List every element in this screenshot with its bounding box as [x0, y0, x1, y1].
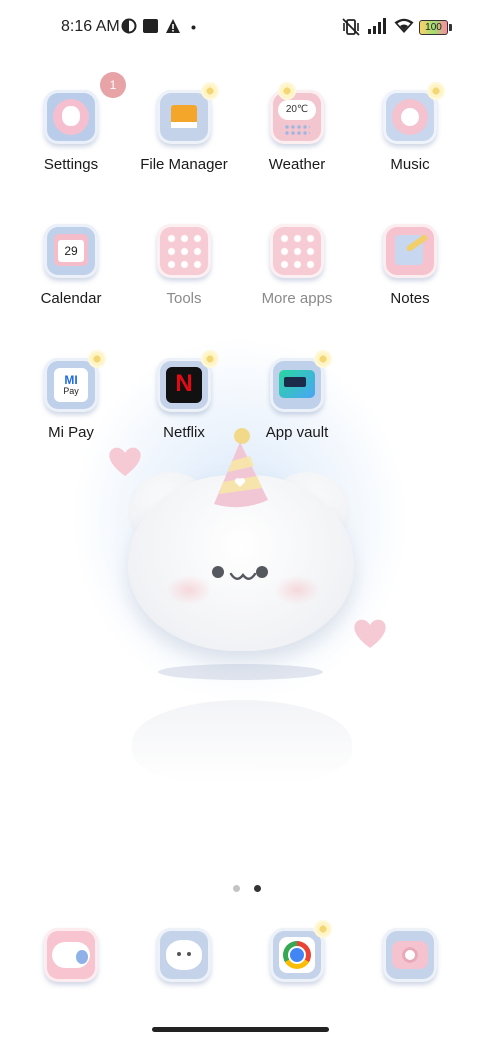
app-calendar[interactable]: 29 Calendar: [15, 224, 127, 307]
app-label: Weather: [268, 156, 326, 173]
app-notes[interactable]: Notes: [354, 224, 466, 307]
notes-icon: [383, 224, 437, 278]
folder-tools[interactable]: Tools: [128, 224, 240, 307]
camera-icon: [383, 928, 437, 982]
mi-pay-logo-bottom: Pay: [63, 386, 79, 396]
bear-reflection: [132, 700, 352, 785]
bear-mouth: [229, 572, 257, 580]
chrome-icon: [270, 922, 330, 982]
clock: 8:16 AM: [61, 18, 120, 35]
notification-badge: 1: [100, 72, 126, 98]
app-music[interactable]: Music: [354, 84, 466, 173]
signal-icon: [368, 18, 386, 34]
app-label: Music: [390, 156, 430, 173]
app-settings[interactable]: 1 Settings: [15, 72, 127, 173]
app-label: Calendar: [40, 290, 102, 307]
square-icon: [143, 19, 158, 33]
dock-camera[interactable]: [354, 928, 466, 982]
calendar-icon: 29: [44, 224, 98, 278]
app-netflix[interactable]: N Netflix: [128, 352, 240, 441]
page-dot-1[interactable]: [233, 885, 240, 892]
app-vault-icon: [270, 352, 330, 412]
settings-icon: 1: [44, 72, 126, 144]
app-label: File Manager: [140, 156, 228, 173]
dot-icon: [191, 25, 196, 30]
music-icon: [383, 84, 443, 144]
page-indicator: [228, 879, 266, 897]
app-label: More apps: [261, 290, 333, 307]
bear-eye-left: [212, 566, 224, 578]
app-label: App vault: [265, 424, 329, 441]
app-app-vault[interactable]: App vault: [241, 352, 353, 441]
netflix-icon: N: [157, 352, 217, 412]
bear-cheek-left: [166, 575, 212, 605]
vibrate-off-icon: [342, 18, 360, 36]
dock-messaging[interactable]: [15, 928, 127, 982]
folder-icon: [157, 84, 217, 144]
bear-cheek-right: [274, 575, 320, 605]
page-dot-2[interactable]: [254, 885, 262, 892]
app-label: Notes: [390, 290, 430, 307]
dock-chrome[interactable]: [241, 922, 353, 982]
vpn-half-circle-icon: [121, 18, 137, 34]
battery-level: 100: [425, 22, 442, 33]
heart-right: [354, 619, 386, 648]
gesture-bar[interactable]: [152, 1027, 329, 1032]
folder-more-apps[interactable]: More apps: [241, 224, 353, 307]
mi-pay-logo-top: MI: [64, 373, 78, 387]
app-mi-pay[interactable]: MI Pay Mi Pay: [15, 352, 127, 441]
folder-grid-icon: [157, 224, 211, 278]
app-label: Netflix: [163, 424, 205, 441]
weather-temp: 20℃: [285, 104, 309, 115]
app-label: Tools: [166, 290, 202, 307]
battery-icon: 100: [419, 20, 452, 35]
calendar-date: 29: [64, 244, 78, 258]
wifi-icon: [394, 18, 414, 33]
heart-left: [109, 447, 141, 476]
app-file-manager[interactable]: File Manager: [128, 84, 240, 173]
warning-icon: [166, 19, 180, 33]
weather-icon: 20℃: [270, 84, 324, 144]
app-label: Mi Pay: [48, 424, 94, 441]
netflix-logo: N: [175, 370, 193, 397]
messaging-icon: [44, 928, 98, 982]
status-bar: 8:16 AM 100: [0, 0, 480, 56]
app-label: Settings: [43, 156, 99, 173]
bear-shadow: [158, 664, 323, 680]
contacts-bear-icon: [157, 928, 211, 982]
app-weather[interactable]: 20℃ Weather: [241, 84, 353, 173]
mi-pay-icon: MI Pay: [44, 352, 104, 412]
folder-grid-icon: [270, 224, 324, 278]
dock-contacts[interactable]: [128, 928, 240, 982]
